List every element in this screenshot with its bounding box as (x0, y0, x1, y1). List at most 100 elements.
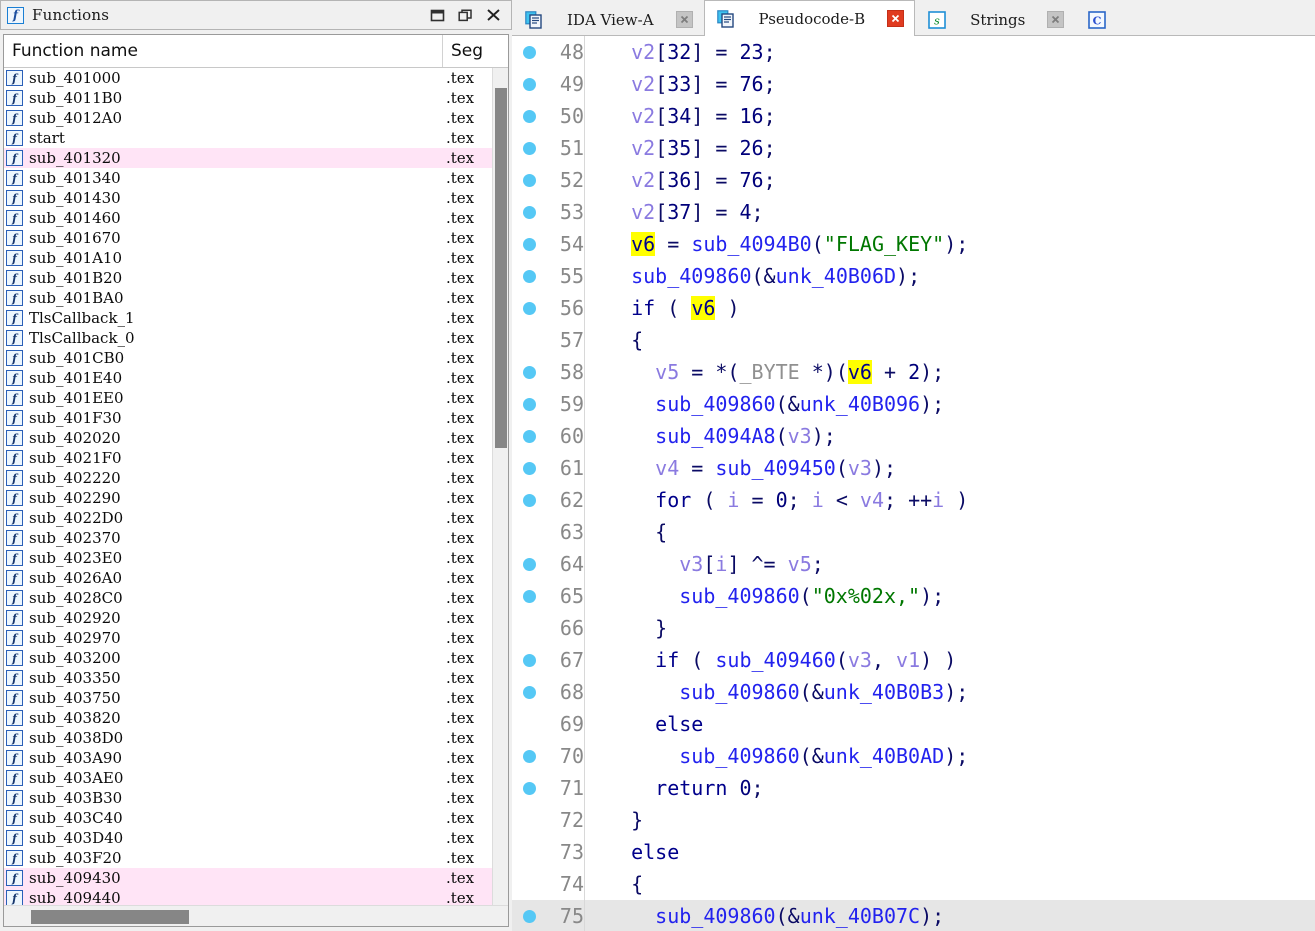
code-line[interactable]: 50 v2[34] = 16; (512, 100, 1315, 132)
function-list-row[interactable]: f sub_401460 .tex (4, 208, 508, 228)
code-line[interactable]: 56 if ( v6 ) (512, 292, 1315, 324)
breakpoint-dot-icon[interactable] (512, 685, 546, 699)
column-header-function-name[interactable]: Function name (4, 41, 442, 61)
tab-close-icon[interactable] (1047, 11, 1065, 28)
functions-horizontal-scrollbar-thumb[interactable] (31, 910, 189, 924)
breakpoint-dot-icon[interactable] (512, 781, 546, 795)
code-line[interactable]: 75 sub_409860(&unk_40B07C); (512, 900, 1315, 931)
function-list-row[interactable]: f sub_4038D0 .tex (4, 728, 508, 748)
function-list-row[interactable]: f sub_4022D0 .tex (4, 508, 508, 528)
function-list-row[interactable]: f sub_403F20 .tex (4, 848, 508, 868)
restore-icon[interactable] (451, 3, 479, 27)
function-list-row[interactable]: f sub_403C40 .tex (4, 808, 508, 828)
code-line[interactable]: 48 v2[32] = 23; (512, 36, 1315, 68)
tab-ida-view-a[interactable]: IDA View-A (512, 2, 704, 36)
breakpoint-dot-icon[interactable] (512, 653, 546, 667)
breakpoint-dot-icon[interactable] (512, 909, 546, 923)
function-list-row[interactable]: f sub_401F30 .tex (4, 408, 508, 428)
function-list-row[interactable]: f sub_401A10 .tex (4, 248, 508, 268)
function-list-row[interactable]: f sub_403B30 .tex (4, 788, 508, 808)
code-line[interactable]: 60 sub_4094A8(v3); (512, 420, 1315, 452)
code-line[interactable]: 68 sub_409860(&unk_40B0B3); (512, 676, 1315, 708)
code-line[interactable]: 62 for ( i = 0; i < v4; ++i ) (512, 484, 1315, 516)
function-list-row[interactable]: f sub_401EE0 .tex (4, 388, 508, 408)
code-line[interactable]: 53 v2[37] = 4; (512, 196, 1315, 228)
function-list-row[interactable]: f sub_401320 .tex (4, 148, 508, 168)
breakpoint-dot-icon[interactable] (512, 109, 546, 123)
code-line[interactable]: 51 v2[35] = 26; (512, 132, 1315, 164)
close-icon[interactable] (479, 3, 507, 27)
code-line[interactable]: 63 { (512, 516, 1315, 548)
code-line[interactable]: 67 if ( sub_409460(v3, v1) ) (512, 644, 1315, 676)
code-line[interactable]: 57 { (512, 324, 1315, 356)
breakpoint-dot-icon[interactable] (512, 141, 546, 155)
breakpoint-dot-icon[interactable] (512, 173, 546, 187)
code-line[interactable]: 72 } (512, 804, 1315, 836)
function-list-row[interactable]: f sub_4023E0 .tex (4, 548, 508, 568)
breakpoint-dot-icon[interactable] (512, 589, 546, 603)
breakpoint-dot-icon[interactable] (512, 557, 546, 571)
breakpoint-dot-icon[interactable] (512, 301, 546, 315)
function-list-row[interactable]: f sub_401E40 .tex (4, 368, 508, 388)
function-list-row[interactable]: f sub_4028C0 .tex (4, 588, 508, 608)
function-list-row[interactable]: f sub_409430 .tex (4, 868, 508, 888)
code-line[interactable]: 52 v2[36] = 76; (512, 164, 1315, 196)
breakpoint-dot-icon[interactable] (512, 493, 546, 507)
function-list-row[interactable]: f TlsCallback_0 .tex (4, 328, 508, 348)
function-list-row[interactable]: f sub_402970 .tex (4, 628, 508, 648)
function-list-row[interactable]: f sub_401340 .tex (4, 168, 508, 188)
function-list-row[interactable]: f TlsCallback_1 .tex (4, 308, 508, 328)
code-line[interactable]: 70 sub_409860(&unk_40B0AD); (512, 740, 1315, 772)
functions-vertical-scrollbar[interactable] (492, 68, 508, 905)
code-line[interactable]: 58 v5 = *(_BYTE *)(v6 + 2); (512, 356, 1315, 388)
breakpoint-dot-icon[interactable] (512, 397, 546, 411)
breakpoint-dot-icon[interactable] (512, 429, 546, 443)
function-list-row[interactable]: f sub_403750 .tex (4, 688, 508, 708)
function-list-row[interactable]: f sub_401000 .tex (4, 68, 508, 88)
breakpoint-dot-icon[interactable] (512, 749, 546, 763)
code-line[interactable]: 59 sub_409860(&unk_40B096); (512, 388, 1315, 420)
function-list-row[interactable]: f sub_409440 .tex (4, 888, 508, 905)
function-list-row[interactable]: f sub_403D40 .tex (4, 828, 508, 848)
functions-horizontal-scrollbar[interactable] (4, 905, 508, 926)
function-list-row[interactable]: f sub_402920 .tex (4, 608, 508, 628)
tab-close-icon[interactable] (675, 11, 693, 28)
function-list-row[interactable]: f sub_402290 .tex (4, 488, 508, 508)
tab-strings[interactable]: s Strings (915, 2, 1075, 36)
code-line[interactable]: 54 v6 = sub_4094B0("FLAG_KEY"); (512, 228, 1315, 260)
maximize-icon[interactable] (423, 3, 451, 27)
tab-extra[interactable]: C (1075, 2, 1123, 36)
function-list-row[interactable]: f sub_401CB0 .tex (4, 348, 508, 368)
function-list-row[interactable]: f sub_4011B0 .tex (4, 88, 508, 108)
function-list-row[interactable]: f sub_402020 .tex (4, 428, 508, 448)
function-list-row[interactable]: f sub_4012A0 .tex (4, 108, 508, 128)
function-list-row[interactable]: f sub_403A90 .tex (4, 748, 508, 768)
function-list-row[interactable]: f sub_402220 .tex (4, 468, 508, 488)
breakpoint-dot-icon[interactable] (512, 365, 546, 379)
breakpoint-dot-icon[interactable] (512, 237, 546, 251)
function-list-row[interactable]: f sub_401BA0 .tex (4, 288, 508, 308)
function-list-row[interactable]: f sub_401430 .tex (4, 188, 508, 208)
code-line[interactable]: 73 else (512, 836, 1315, 868)
breakpoint-dot-icon[interactable] (512, 461, 546, 475)
function-list-row[interactable]: f sub_402370 .tex (4, 528, 508, 548)
breakpoint-dot-icon[interactable] (512, 45, 546, 59)
breakpoint-dot-icon[interactable] (512, 269, 546, 283)
code-line[interactable]: 55 sub_409860(&unk_40B06D); (512, 260, 1315, 292)
breakpoint-dot-icon[interactable] (512, 205, 546, 219)
code-line[interactable]: 74 { (512, 868, 1315, 900)
code-line[interactable]: 69 else (512, 708, 1315, 740)
code-line[interactable]: 49 v2[33] = 76; (512, 68, 1315, 100)
function-list-row[interactable]: f sub_4021F0 .tex (4, 448, 508, 468)
code-line[interactable]: 65 sub_409860("0x%02x,"); (512, 580, 1315, 612)
code-line[interactable]: 64 v3[i] ^= v5; (512, 548, 1315, 580)
code-line[interactable]: 66 } (512, 612, 1315, 644)
function-list-row[interactable]: f start .tex (4, 128, 508, 148)
column-header-segment[interactable]: Seg (443, 41, 508, 61)
function-list-row[interactable]: f sub_403AE0 .tex (4, 768, 508, 788)
code-line[interactable]: 61 v4 = sub_409450(v3); (512, 452, 1315, 484)
function-list-row[interactable]: f sub_403200 .tex (4, 648, 508, 668)
function-list-row[interactable]: f sub_403350 .tex (4, 668, 508, 688)
code-line[interactable]: 71 return 0; (512, 772, 1315, 804)
tab-close-icon[interactable] (887, 10, 905, 27)
